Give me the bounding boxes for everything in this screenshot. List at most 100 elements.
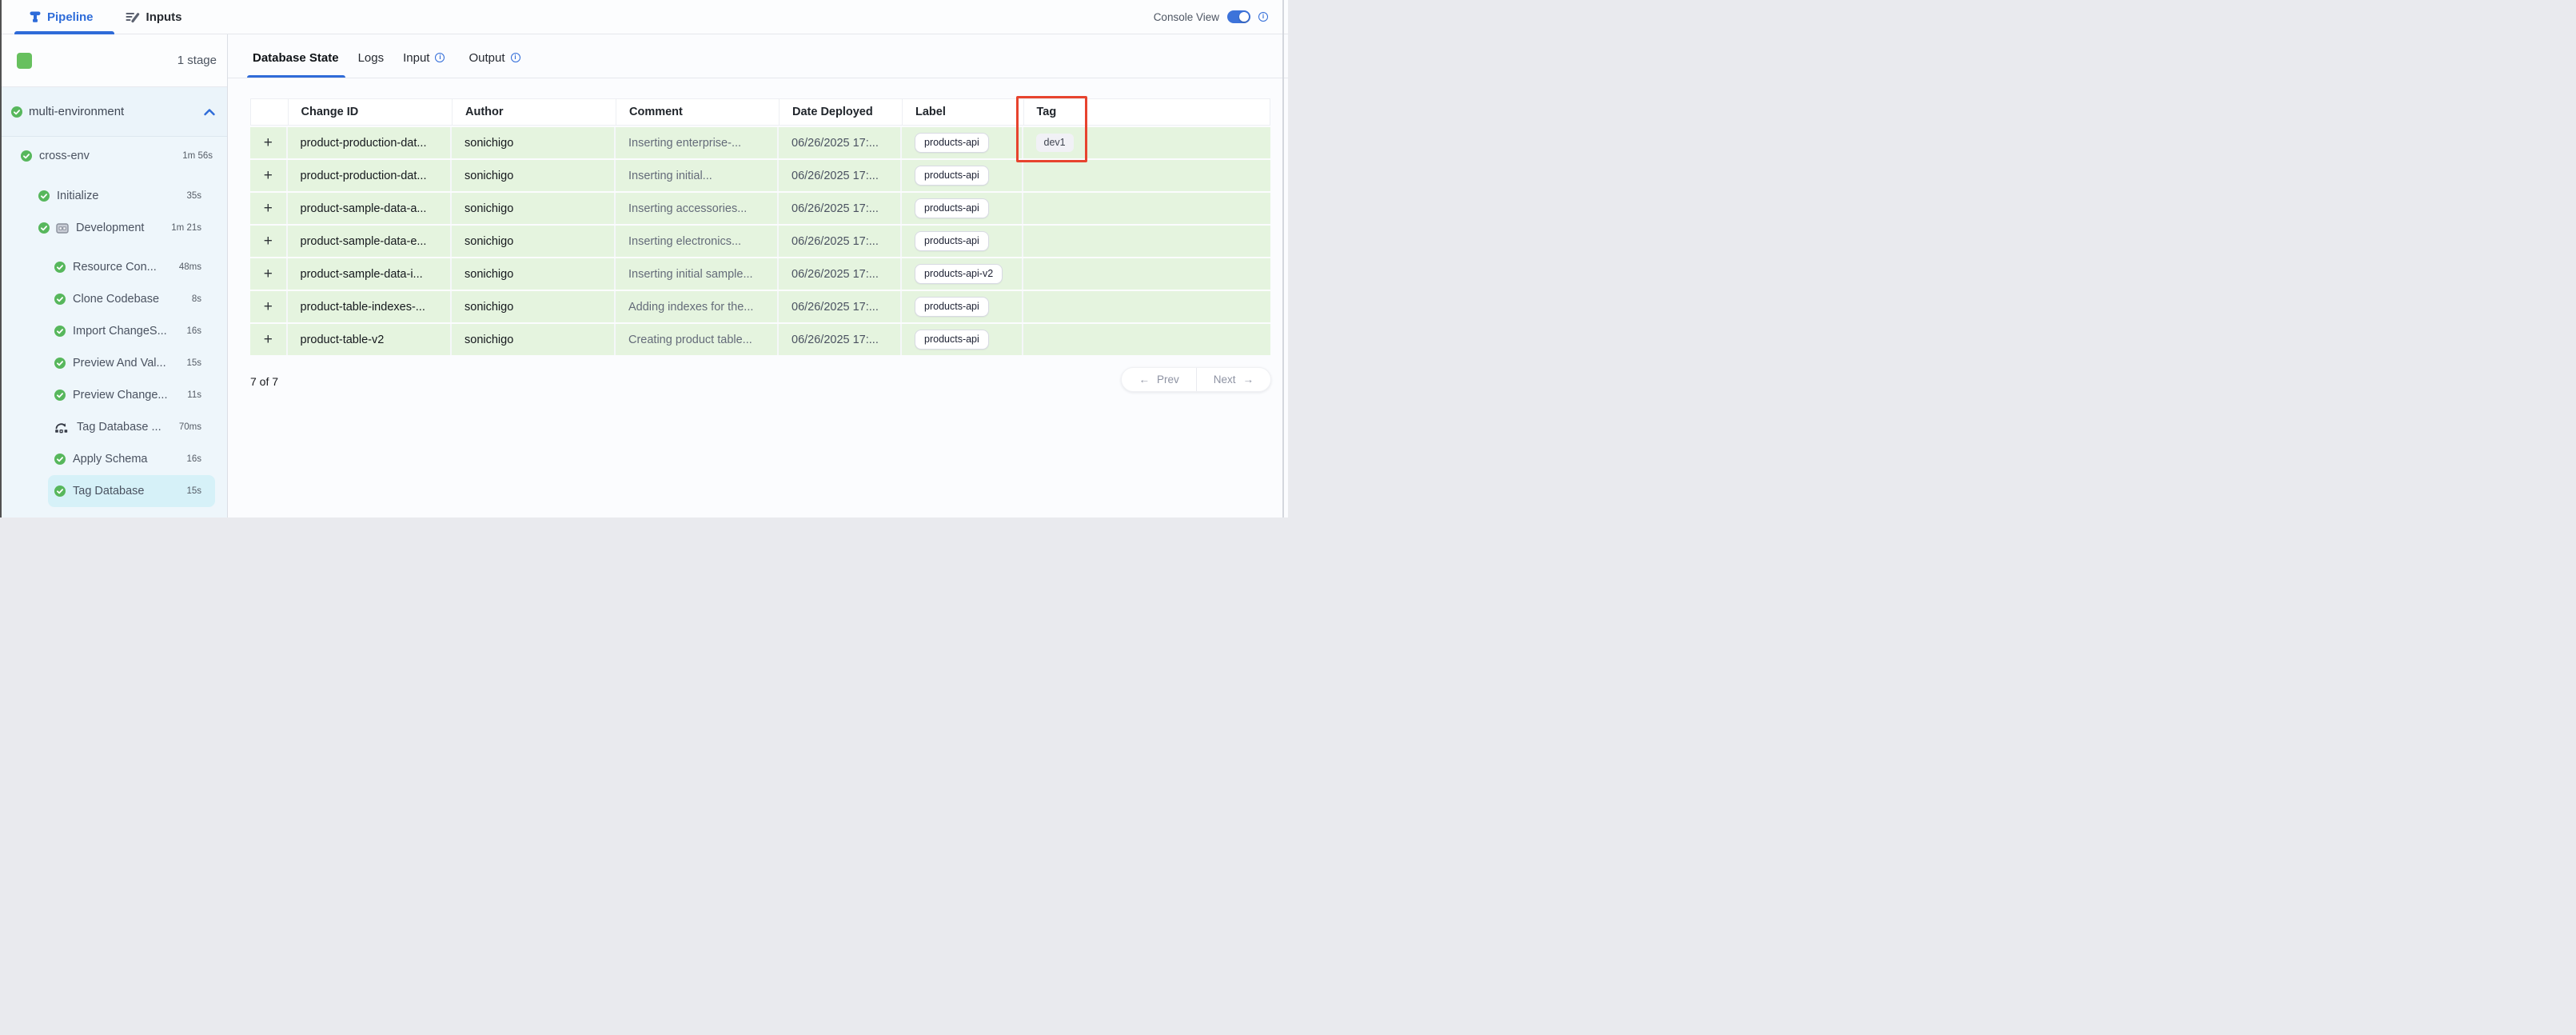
tab-pipeline[interactable]: Pipeline xyxy=(19,0,103,34)
step-label: Clone Codebase xyxy=(73,293,159,306)
step-development[interactable]: Development 1m 21s xyxy=(0,212,227,244)
step-duration: 1m 56s xyxy=(176,151,213,161)
step-tree: multi-environment cross-env 1m 56s Initi… xyxy=(0,87,227,518)
expand-row-button[interactable]: + xyxy=(250,193,288,224)
cell-author: sonichigo xyxy=(452,291,616,322)
stage-status-square[interactable] xyxy=(17,53,32,69)
step-duration: 48ms xyxy=(173,262,201,272)
step-tag-database-group[interactable]: Tag Database ... 70ms xyxy=(0,411,227,443)
console-view-info-icon[interactable] xyxy=(1258,12,1268,22)
cell-tag-empty xyxy=(1023,324,1271,355)
table-row: + product-sample-data-i... sonichigo Ins… xyxy=(250,258,1270,290)
step-details-panel: Database State Logs Input Output Change … xyxy=(228,34,1288,518)
table-row: + product-table-v2 sonichigo Creating pr… xyxy=(250,324,1270,355)
col-comment: Comment xyxy=(616,99,780,125)
table-header-row: Change ID Author Comment Date Deployed L… xyxy=(250,98,1270,126)
cell-date: 06/26/2025 17:... xyxy=(779,324,902,355)
check-success-icon xyxy=(11,106,22,118)
cell-tag-empty xyxy=(1023,226,1271,257)
prev-label: Prev xyxy=(1157,374,1179,386)
cell-comment: Inserting electronics... xyxy=(616,226,779,257)
step-duration: 70ms xyxy=(173,422,201,432)
expand-row-button[interactable]: + xyxy=(250,291,288,322)
expand-row-button[interactable]: + xyxy=(250,258,288,290)
input-info-icon[interactable] xyxy=(435,53,445,62)
cell-change-id: product-sample-data-a... xyxy=(288,193,453,224)
step-preview-changes[interactable]: Preview Change... 11s xyxy=(0,379,227,411)
cell-date: 06/26/2025 17:... xyxy=(779,160,902,191)
matrix-stage-icon xyxy=(56,223,69,234)
chevron-up-icon[interactable] xyxy=(203,108,216,116)
tab-pipeline-label: Pipeline xyxy=(47,10,94,24)
toggle-knob xyxy=(1239,12,1249,22)
step-tag-database-selected[interactable]: Tag Database 15s xyxy=(0,475,227,507)
label-chip: products-api xyxy=(915,330,989,350)
console-view-label: Console View xyxy=(1154,11,1219,23)
label-chip: products-api xyxy=(915,231,989,252)
col-expand xyxy=(251,99,289,125)
step-resource-constraint[interactable]: Resource Con... 48ms xyxy=(0,251,227,283)
step-preview-and-validate[interactable]: Preview And Val... 15s xyxy=(0,347,227,379)
step-apply-schema[interactable]: Apply Schema 16s xyxy=(0,443,227,475)
console-view-toggle[interactable] xyxy=(1227,10,1250,23)
step-label: Development xyxy=(76,222,144,234)
row-count-label: 7 of 7 xyxy=(250,375,278,388)
step-label: Tag Database ... xyxy=(77,421,161,434)
pipeline-execution-window: Pipeline Inputs Console View xyxy=(0,0,1288,518)
cell-date: 06/26/2025 17:... xyxy=(779,291,902,322)
prev-button[interactable]: ← Prev xyxy=(1122,368,1195,391)
expand-row-button[interactable]: + xyxy=(250,127,288,158)
cell-comment: Inserting initial... xyxy=(616,160,779,191)
stage-summary-header: 1 stage xyxy=(0,34,227,87)
label-chip: products-api xyxy=(915,198,989,219)
col-change-id: Change ID xyxy=(289,99,453,125)
expand-row-button[interactable]: + xyxy=(250,324,288,355)
step-duration: 1m 21s xyxy=(165,223,201,233)
scrollbar-track[interactable] xyxy=(1282,0,1284,518)
tab-output[interactable]: Output xyxy=(469,51,520,78)
check-success-icon xyxy=(38,190,50,202)
step-label: Tag Database xyxy=(73,485,144,498)
cell-author: sonichigo xyxy=(452,226,616,257)
tab-logs[interactable]: Logs xyxy=(358,51,385,78)
execution-sidebar: 1 stage multi-environment cross-env 1m 5… xyxy=(0,34,227,518)
active-tab-underline xyxy=(247,75,345,78)
check-success-icon xyxy=(54,390,66,401)
step-clone-codebase[interactable]: Clone Codebase 8s xyxy=(0,283,227,315)
check-success-icon xyxy=(54,486,66,497)
tab-input[interactable]: Input xyxy=(403,51,445,78)
label-chip: products-api-v2 xyxy=(915,264,1003,285)
cell-change-id: product-production-dat... xyxy=(288,127,453,158)
step-cross-env[interactable]: cross-env 1m 56s xyxy=(0,140,227,172)
tab-database-state[interactable]: Database State xyxy=(253,51,339,78)
tag-chip: dev1 xyxy=(1036,134,1074,153)
cell-author: sonichigo xyxy=(452,193,616,224)
top-bar: Pipeline Inputs Console View xyxy=(0,0,1288,34)
cell-change-id: product-production-dat... xyxy=(288,160,453,191)
tab-label: Output xyxy=(469,51,504,65)
output-info-icon[interactable] xyxy=(511,53,520,62)
pipeline-icon xyxy=(29,10,42,23)
check-success-icon xyxy=(54,358,66,369)
step-label: cross-env xyxy=(39,150,90,162)
next-button[interactable]: Next → xyxy=(1196,368,1270,391)
tab-inputs[interactable]: Inputs xyxy=(116,0,192,34)
table-row: + product-production-dat... sonichigo In… xyxy=(250,127,1270,158)
check-success-icon xyxy=(54,262,66,273)
cell-comment: Inserting enterprise-... xyxy=(616,127,779,158)
step-import-changesets[interactable]: Import ChangeS... 16s xyxy=(0,315,227,347)
expand-row-button[interactable]: + xyxy=(250,226,288,257)
step-label: Preview Change... xyxy=(73,389,167,402)
cell-author: sonichigo xyxy=(452,160,616,191)
label-chip: products-api xyxy=(915,133,989,154)
table-row: + product-sample-data-e... sonichigo Ins… xyxy=(250,226,1270,257)
window-left-edge xyxy=(0,0,2,518)
stage-group-multi-environment[interactable]: multi-environment xyxy=(0,87,227,137)
check-success-icon xyxy=(54,454,66,465)
expand-row-button[interactable]: + xyxy=(250,160,288,191)
tab-label: Logs xyxy=(358,51,385,65)
check-success-icon xyxy=(21,150,32,162)
step-initialize[interactable]: Initialize 35s xyxy=(0,180,227,212)
step-duration: 15s xyxy=(180,358,201,368)
cell-author: sonichigo xyxy=(452,258,616,290)
